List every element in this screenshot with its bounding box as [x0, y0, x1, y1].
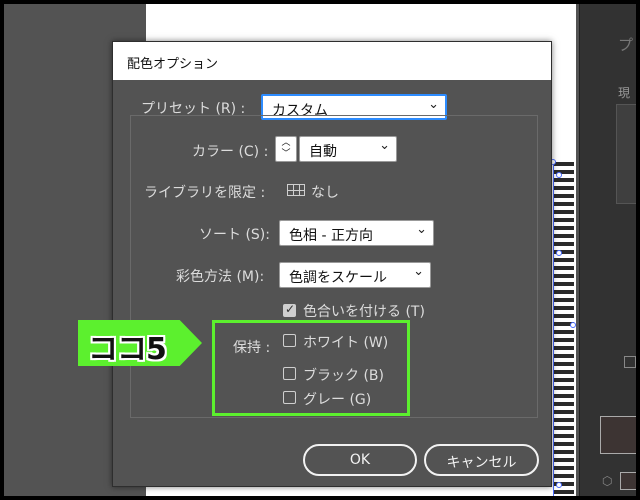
sort-value: 色相 - 正方向: [289, 228, 373, 244]
stroke-swatch[interactable]: [620, 472, 636, 490]
sort-select[interactable]: 色相 - 正方向 ⌄: [279, 220, 434, 246]
colors-label: カラー (C) :: [192, 144, 269, 160]
library-label: ライブラリを限定 :: [144, 185, 266, 201]
recolor-options-dialog: 配色オプション プリセット (R) : カスタム ⌄ カラー (C) : ︿ ﹀ …: [112, 41, 552, 487]
chevron-down-icon: ⌄: [428, 97, 439, 112]
chevron-down-icon: ⌄: [416, 222, 427, 237]
sort-label: ソート (S):: [199, 227, 270, 243]
colorize-checkbox[interactable]: [283, 302, 296, 317]
cube-icon: ⬡: [602, 474, 613, 488]
colors-value: 自動: [309, 144, 337, 160]
ok-button[interactable]: OK: [303, 444, 417, 476]
recolor-method-value: 色調をスケール: [289, 270, 387, 286]
grid-swatch-icon[interactable]: [287, 184, 305, 196]
panel-list[interactable]: [616, 104, 636, 204]
annotation-callout: ココ5: [78, 320, 202, 366]
recolor-method-label: 彩色方法 (M):: [176, 269, 265, 285]
striped-artwork[interactable]: [553, 162, 574, 496]
selection-handle[interactable]: [556, 482, 562, 488]
selection-edge: [553, 162, 554, 496]
fill-swatch[interactable]: [600, 416, 636, 454]
panel-title: プ: [618, 36, 634, 54]
cancel-button[interactable]: キャンセル: [424, 444, 539, 476]
colors-select[interactable]: 自動 ⌄: [299, 136, 397, 162]
stepper-arrows-icon[interactable]: ︿ ﹀: [275, 136, 297, 162]
chevron-down-icon: ⌄: [379, 138, 390, 153]
annotation-text: ココ5: [88, 332, 167, 367]
chevron-down-icon: ⌄: [413, 264, 424, 279]
panel-small-icon[interactable]: [624, 356, 636, 368]
dialog-title: 配色オプション: [113, 42, 551, 80]
colorize-label[interactable]: 色合いを付ける (T): [303, 301, 425, 321]
selection-handle[interactable]: [556, 250, 562, 256]
selection-handle[interactable]: [556, 172, 562, 178]
right-panel: プ 現 ⬡: [579, 4, 636, 496]
recolor-method-select[interactable]: 色調をスケール ⌄: [279, 262, 431, 288]
panel-label: 現: [618, 86, 631, 100]
selection-handle[interactable]: [570, 322, 576, 328]
highlight-box: [212, 320, 410, 416]
library-value: なし: [311, 185, 339, 201]
